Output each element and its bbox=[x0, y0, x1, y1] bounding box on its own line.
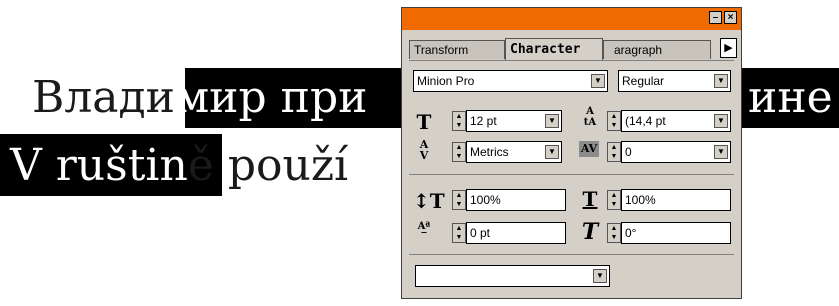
canvas-text-line-2: V ruštině použí bbox=[10, 144, 348, 188]
tracking-value: 0 bbox=[625, 145, 632, 159]
font-size-value: 12 pt bbox=[470, 114, 497, 128]
font-family-select[interactable]: Minion Pro ▼ bbox=[413, 70, 608, 92]
chevron-down-icon[interactable]: ▼ bbox=[545, 145, 559, 159]
kerning-value: Metrics bbox=[470, 145, 509, 159]
language-select[interactable]: ▼ bbox=[415, 265, 610, 287]
text-run: ě použí bbox=[187, 140, 349, 191]
tab-divider bbox=[409, 60, 734, 61]
baseline-shift-field[interactable]: 0 pt bbox=[466, 222, 566, 244]
tab-transform[interactable]: Transform bbox=[409, 40, 505, 59]
chevron-down-icon[interactable]: ▼ bbox=[593, 269, 607, 283]
horizontal-scale-stepper[interactable]: ▲ ▼ bbox=[607, 190, 621, 210]
horizontal-scale-field[interactable]: 100% bbox=[621, 189, 731, 211]
text-run-selected: мир при bbox=[174, 72, 368, 123]
baseline-shift-stepper[interactable]: ▲ ▼ bbox=[452, 223, 466, 243]
baseline-shift-icon: Aª ‾ bbox=[417, 221, 431, 243]
canvas-text-line-1-end: ине bbox=[748, 76, 833, 120]
chevron-down-icon[interactable]: ▼ bbox=[591, 74, 605, 88]
leading-icon: AtA bbox=[583, 106, 597, 128]
close-icon[interactable]: × bbox=[724, 11, 737, 24]
panel-tabs: Transform Character aragraph ▶ bbox=[409, 38, 737, 60]
text-run-selected: ине bbox=[748, 72, 833, 123]
font-style-select[interactable]: Regular ▼ bbox=[618, 70, 731, 92]
vertical-scale-stepper[interactable]: ▲ ▼ bbox=[452, 190, 466, 210]
skew-value: 0° bbox=[625, 226, 637, 240]
tracking-select[interactable]: 0 ▼ bbox=[621, 141, 731, 163]
tab-character[interactable]: Character bbox=[505, 38, 603, 60]
section-divider bbox=[409, 174, 734, 175]
character-panel: – × Transform Character aragraph ▶ Minio… bbox=[401, 7, 742, 299]
vertical-scale-field[interactable]: 100% bbox=[466, 189, 566, 211]
section-divider bbox=[409, 254, 734, 255]
font-family-value: Minion Pro bbox=[417, 74, 475, 88]
text-run-selected: V ruštin bbox=[10, 140, 188, 191]
chevron-down-icon[interactable]: ▼ bbox=[714, 145, 728, 159]
leading-stepper[interactable]: ▲ ▼ bbox=[607, 111, 621, 131]
kerning-stepper[interactable]: ▲ ▼ bbox=[452, 142, 466, 162]
tab-paragraph[interactable]: aragraph bbox=[603, 40, 711, 59]
panel-menu-icon[interactable]: ▶ bbox=[720, 38, 737, 58]
font-style-value: Regular bbox=[622, 74, 665, 88]
text-run: Влади bbox=[32, 72, 175, 123]
vertical-scale-icon: ↕T bbox=[413, 189, 445, 213]
tracking-icon: AV bbox=[579, 141, 599, 157]
tracking-stepper[interactable]: ▲ ▼ bbox=[607, 142, 621, 162]
font-size-icon: T bbox=[416, 110, 432, 134]
canvas-text-line-1: Владимир при bbox=[32, 76, 367, 120]
kerning-select[interactable]: Metrics ▼ bbox=[466, 141, 562, 163]
horizontal-scale-icon: T bbox=[582, 187, 598, 211]
skew-field[interactable]: 0° bbox=[621, 222, 731, 244]
font-size-stepper[interactable]: ▲ ▼ bbox=[452, 111, 466, 131]
chevron-down-icon[interactable]: ▼ bbox=[714, 74, 728, 88]
minimize-icon[interactable]: – bbox=[709, 11, 722, 24]
chevron-down-icon[interactable]: ▼ bbox=[714, 114, 728, 128]
horizontal-scale-value: 100% bbox=[625, 193, 656, 207]
font-size-field[interactable]: 12 pt ▼ bbox=[466, 110, 562, 132]
panel-titlebar[interactable]: – × bbox=[402, 8, 741, 30]
leading-value: (14,4 pt bbox=[625, 114, 666, 128]
baseline-shift-value: 0 pt bbox=[470, 226, 491, 240]
leading-field[interactable]: (14,4 pt ▼ bbox=[621, 110, 731, 132]
kerning-icon: AV bbox=[419, 138, 429, 162]
skew-icon: T bbox=[581, 219, 599, 245]
chevron-down-icon[interactable]: ▼ bbox=[545, 114, 559, 128]
vertical-scale-value: 100% bbox=[470, 193, 501, 207]
skew-stepper[interactable]: ▲ ▼ bbox=[607, 223, 621, 243]
